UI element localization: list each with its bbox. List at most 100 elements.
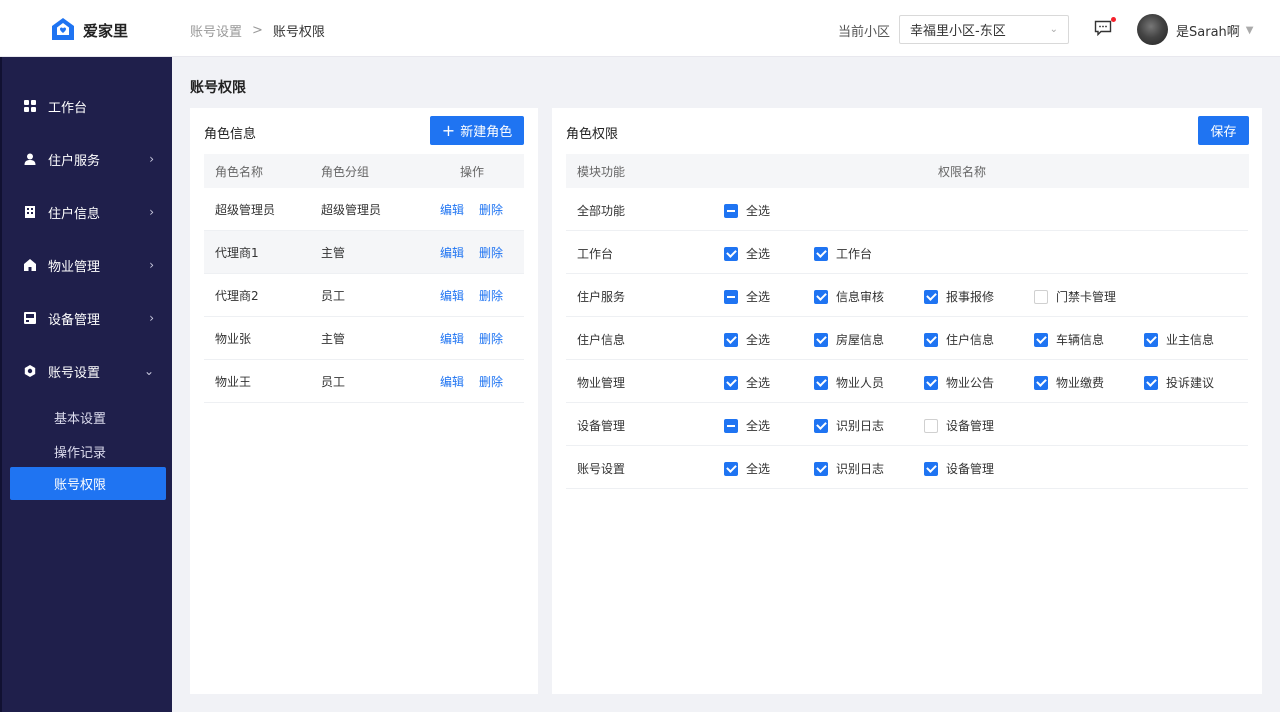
- edit-link[interactable]: 编辑: [440, 330, 464, 347]
- community-select[interactable]: 幸福里小区-东区 ⌄: [899, 15, 1069, 44]
- permission-checkbox[interactable]: 全选: [724, 202, 770, 219]
- message-icon[interactable]: [1094, 17, 1116, 37]
- permission-checkbox[interactable]: 全选: [724, 331, 770, 348]
- role-name: 代理商1: [215, 245, 259, 260]
- checkbox-unchecked-icon: [1034, 289, 1048, 304]
- sidebar-item-account[interactable]: 账号设置 ⌄: [2, 351, 172, 391]
- permission-label: 全选: [746, 462, 771, 476]
- role-permission-title: 角色权限: [566, 127, 619, 142]
- new-role-button[interactable]: + 新建角色: [430, 116, 524, 145]
- role-name: 超级管理员: [215, 202, 276, 217]
- user-icon: [24, 153, 36, 165]
- role-group: 主管: [321, 245, 346, 260]
- sidebar-item-label: 物业管理: [48, 259, 101, 275]
- permission-checkbox[interactable]: 全选: [724, 245, 770, 262]
- delete-link[interactable]: 删除: [479, 244, 503, 261]
- table-row[interactable]: 代理商2 员工 编辑 删除: [204, 274, 524, 317]
- edit-link[interactable]: 编辑: [440, 373, 464, 390]
- permission-table-header: 模块功能 权限名称: [566, 154, 1249, 188]
- permission-checkbox[interactable]: 全选: [724, 417, 770, 434]
- chevron-right-icon: ›: [149, 205, 154, 219]
- plus-icon: +: [441, 121, 456, 140]
- module-name: 物业管理: [577, 376, 626, 390]
- permission-checkbox[interactable]: 住户信息: [924, 331, 994, 348]
- app-logo[interactable]: 爱家里: [50, 16, 128, 45]
- permission-checkbox[interactable]: 车辆信息: [1034, 331, 1104, 348]
- chevron-right-icon: ›: [149, 152, 154, 166]
- role-group: 员工: [321, 288, 346, 303]
- breadcrumb-current: 账号权限: [272, 25, 325, 40]
- chevron-right-icon: ›: [149, 258, 154, 272]
- permission-label: 门禁卡管理: [1056, 290, 1117, 304]
- permission-label: 全选: [746, 204, 771, 218]
- save-button[interactable]: 保存: [1198, 116, 1249, 145]
- permission-row: 住户服务 全选 信息审核 报事报修 门禁卡管理: [566, 274, 1248, 317]
- permission-checkbox[interactable]: 物业人员: [814, 374, 884, 391]
- sidebar-item-resident-info[interactable]: 住户信息 ›: [2, 192, 172, 232]
- user-menu[interactable]: 是Sarah啊 ▼: [1176, 21, 1253, 40]
- permission-checkbox[interactable]: 识别日志: [814, 417, 884, 434]
- module-name: 账号设置: [577, 462, 626, 476]
- role-group: 员工: [321, 374, 346, 389]
- permission-checkbox[interactable]: 物业缴费: [1034, 374, 1104, 391]
- delete-link[interactable]: 删除: [479, 373, 503, 390]
- app-name: 爱家里: [83, 22, 129, 40]
- checkbox-checked-icon: [1144, 375, 1158, 390]
- permission-label: 业主信息: [1166, 333, 1215, 347]
- permission-checkbox[interactable]: 房屋信息: [814, 331, 884, 348]
- role-name: 物业王: [215, 374, 252, 389]
- delete-link[interactable]: 删除: [479, 201, 503, 218]
- table-row[interactable]: 代理商1 主管 编辑 删除: [204, 231, 524, 274]
- edit-link[interactable]: 编辑: [440, 287, 464, 304]
- checkbox-checked-icon: [924, 461, 938, 476]
- permission-row: 住户信息 全选 房屋信息 住户信息 车辆信息 业主信息: [566, 317, 1248, 360]
- permission-label: 设备管理: [946, 462, 995, 476]
- checkbox-checked-icon: [814, 418, 828, 433]
- avatar[interactable]: [1137, 14, 1168, 45]
- permission-row: 设备管理 全选 识别日志 设备管理: [566, 403, 1248, 446]
- community-label: 当前小区: [838, 25, 891, 40]
- edit-link[interactable]: 编辑: [440, 201, 464, 218]
- permission-checkbox[interactable]: 识别日志: [814, 460, 884, 477]
- permission-checkbox[interactable]: 设备管理: [924, 460, 994, 477]
- checkbox-checked-icon: [924, 332, 938, 347]
- delete-link[interactable]: 删除: [479, 330, 503, 347]
- delete-link[interactable]: 删除: [479, 287, 503, 304]
- settings-icon: [24, 365, 36, 377]
- table-row[interactable]: 物业王 员工 编辑 删除: [204, 360, 524, 403]
- permission-checkbox[interactable]: 门禁卡管理: [1034, 288, 1116, 305]
- sidebar-subitem-operation-log[interactable]: 操作记录: [54, 442, 106, 461]
- sidebar-item-device[interactable]: 设备管理 ›: [2, 298, 172, 338]
- column-header: 权限名称: [938, 164, 987, 179]
- home-icon: [24, 259, 36, 271]
- sidebar-item-resident-service[interactable]: 住户服务 ›: [2, 139, 172, 179]
- permission-checkbox[interactable]: 全选: [724, 288, 770, 305]
- permission-checkbox[interactable]: 业主信息: [1144, 331, 1214, 348]
- permission-checkbox[interactable]: 设备管理: [924, 417, 994, 434]
- permission-checkbox[interactable]: 全选: [724, 374, 770, 391]
- permission-checkbox[interactable]: 信息审核: [814, 288, 884, 305]
- permission-row: 工作台 全选 工作台: [566, 231, 1248, 274]
- sidebar-item-property[interactable]: 物业管理 ›: [2, 245, 172, 285]
- edit-link[interactable]: 编辑: [440, 244, 464, 261]
- permission-checkbox[interactable]: 物业公告: [924, 374, 994, 391]
- checkbox-checked-icon: [814, 246, 828, 261]
- table-row[interactable]: 物业张 主管 编辑 删除: [204, 317, 524, 360]
- sidebar-subitem-account-permission[interactable]: 账号权限: [10, 467, 166, 500]
- sidebar-subitem-basic-settings[interactable]: 基本设置: [54, 408, 106, 427]
- role-name: 代理商2: [215, 288, 259, 303]
- permission-label: 房屋信息: [836, 333, 885, 347]
- permission-label: 物业缴费: [1056, 376, 1105, 390]
- permission-row: 物业管理 全选 物业人员 物业公告 物业缴费 投诉建议: [566, 360, 1248, 403]
- permission-label: 物业公告: [946, 376, 995, 390]
- permission-checkbox[interactable]: 全选: [724, 460, 770, 477]
- breadcrumb-parent[interactable]: 账号设置: [190, 21, 242, 40]
- permission-label: 设备管理: [946, 419, 995, 433]
- sidebar-item-label: 工作台: [48, 100, 88, 116]
- table-row[interactable]: 超级管理员 超级管理员 编辑 删除: [204, 188, 524, 231]
- sidebar-item-dashboard[interactable]: 工作台: [2, 86, 172, 126]
- permission-checkbox[interactable]: 投诉建议: [1144, 374, 1214, 391]
- permission-checkbox[interactable]: 工作台: [814, 245, 872, 262]
- role-group: 主管: [321, 331, 346, 346]
- permission-checkbox[interactable]: 报事报修: [924, 288, 994, 305]
